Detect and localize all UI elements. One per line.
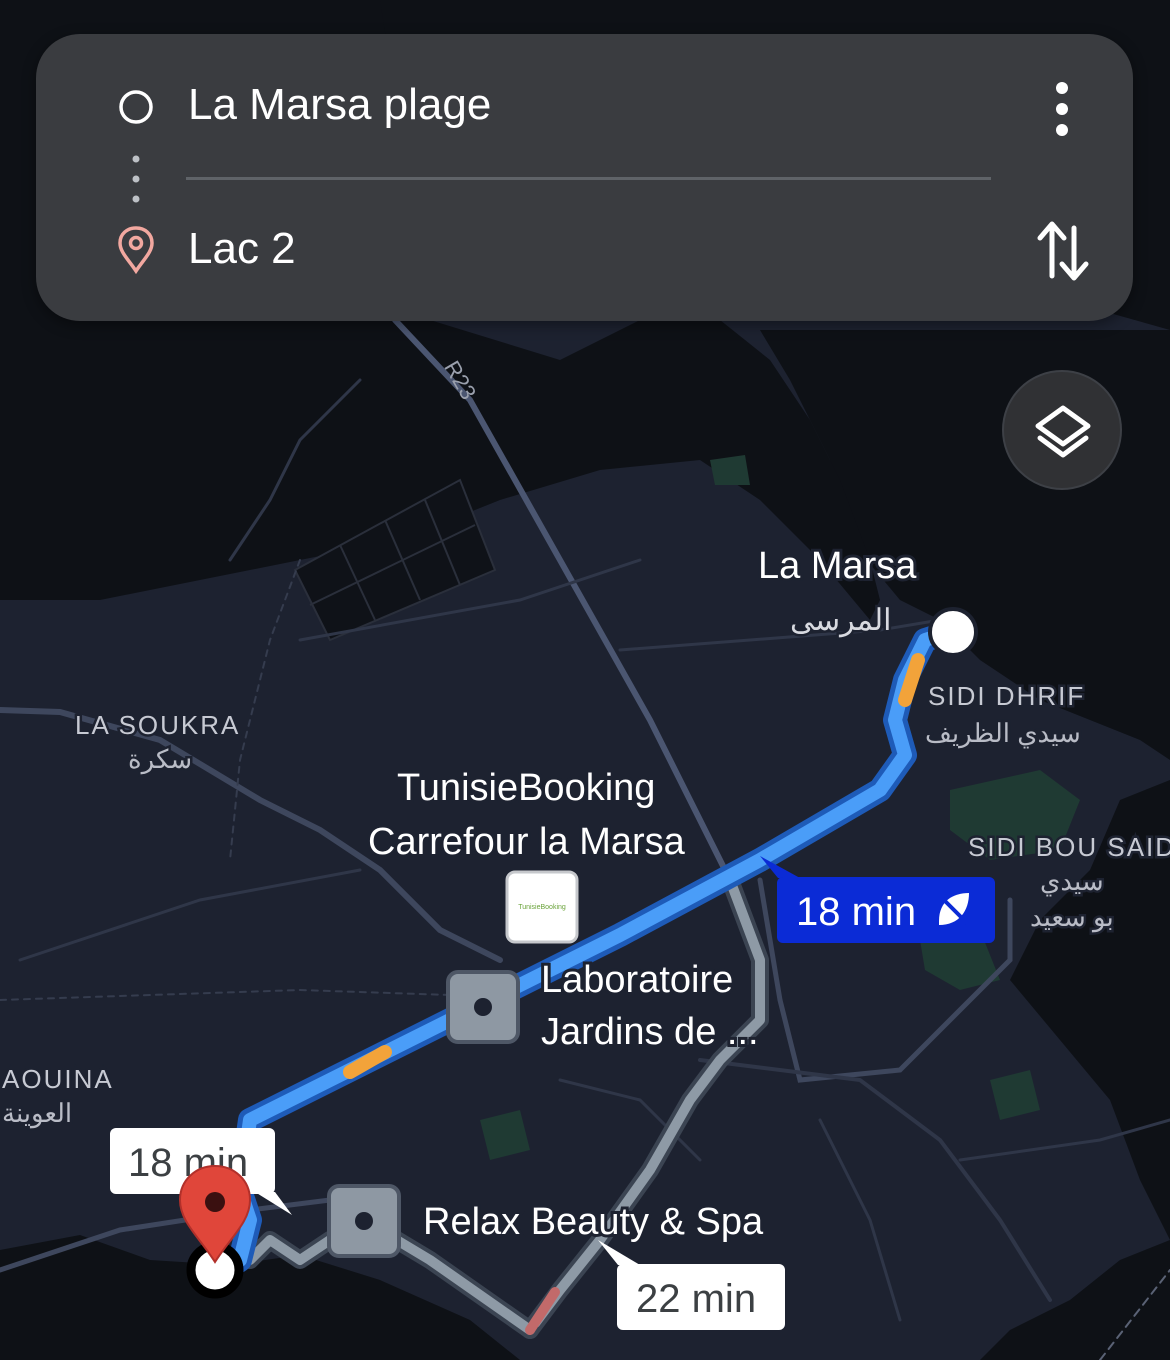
location-pin-icon: [118, 226, 154, 274]
tunisiebooking-logo: TunisieBooking: [518, 904, 566, 911]
map-app: R23 La Marsa المرسى SIDI DHRIF سيدي الظر…: [0, 0, 1170, 1360]
layers-icon: [1035, 405, 1091, 458]
more-vert-icon[interactable]: [1042, 74, 1082, 144]
poi-laboratoire-subname[interactable]: Jardins de ...: [538, 1008, 762, 1056]
area-la-soukra-ar: سكرة: [128, 744, 192, 775]
destination-field[interactable]: Lac 2: [188, 224, 296, 274]
poi-laboratoire-name[interactable]: Laboratoire: [538, 956, 736, 1004]
connector-dots: [132, 155, 140, 203]
area-sidi-bou-said: SIDI BOU SAID: [968, 832, 1170, 862]
area-aouina-ar: العوينة: [2, 1098, 72, 1129]
poi-tunisiebooking-name[interactable]: TunisieBooking: [394, 764, 658, 812]
poi-relax-marker[interactable]: [327, 1184, 401, 1258]
area-sidi-dhrif-ar: سيدي الظريف: [925, 718, 1081, 749]
circle-outline-icon: [119, 90, 153, 124]
route-chip-alt-2-time: 22 min: [636, 1277, 756, 1321]
layers-button[interactable]: [1002, 370, 1122, 490]
area-aouina: AOUINA: [2, 1064, 114, 1094]
area-sidi-bou-said-ar-1: سيدي: [1040, 866, 1104, 896]
poi-tunisiebooking-subname[interactable]: Carrefour la Marsa: [365, 818, 689, 866]
swap-vert-icon[interactable]: [1034, 216, 1094, 286]
poi-relax-name[interactable]: Relax Beauty & Spa: [420, 1198, 767, 1246]
poi-laboratoire-marker[interactable]: [446, 970, 520, 1044]
area-sidi-dhrif: SIDI DHRIF: [928, 681, 1085, 711]
directions-search-card: La Marsa plage Lac 2: [36, 34, 1133, 321]
fields-divider: [186, 177, 991, 180]
area-sidi-bou-said-ar-2: بو سعيد: [1030, 902, 1114, 933]
place-la-marsa: La Marsa: [758, 545, 917, 587]
origin-field[interactable]: La Marsa plage: [188, 80, 491, 130]
place-la-marsa-ar: المرسى: [790, 604, 892, 638]
origin-marker[interactable]: [928, 607, 978, 657]
route-chip-primary-time: 18 min: [796, 890, 916, 934]
area-la-soukra: LA SOUKRA: [75, 710, 240, 740]
poi-tunisiebooking-marker[interactable]: TunisieBooking: [505, 870, 579, 944]
